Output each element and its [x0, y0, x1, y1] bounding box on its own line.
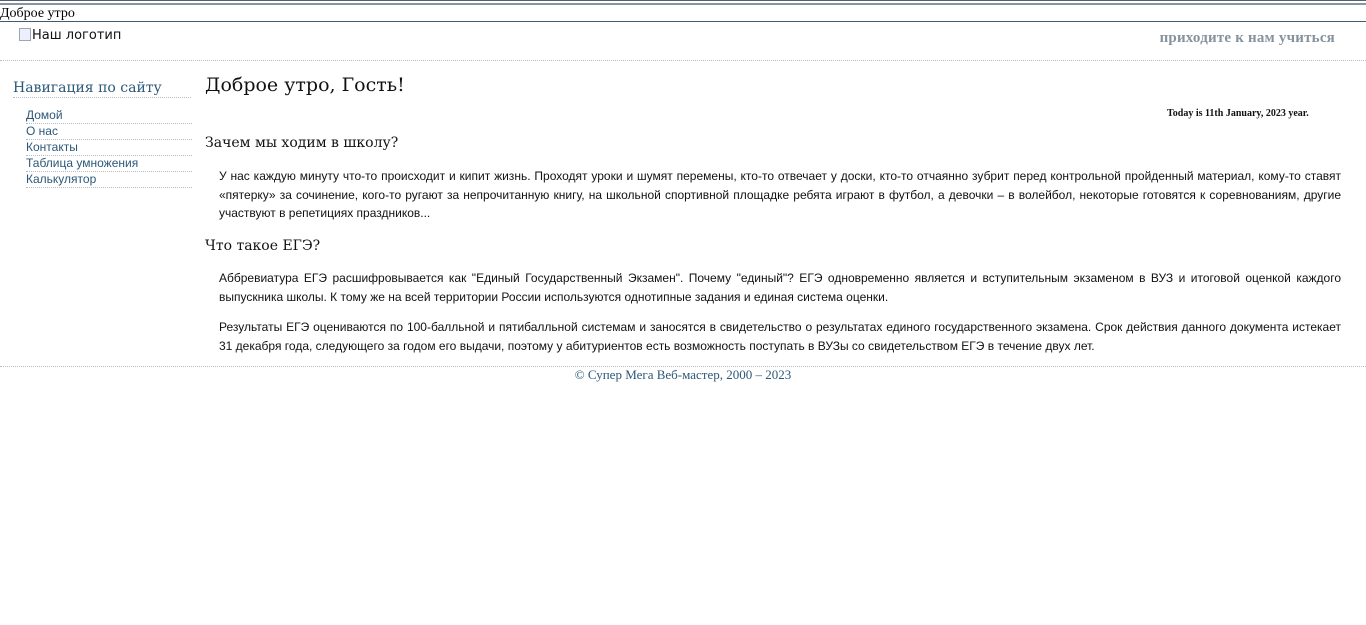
logo-alt-text: Наш логотип — [32, 28, 122, 43]
site-logo[interactable]: Наш логотип — [19, 28, 121, 43]
nav-link-multiplication[interactable]: Таблица умножения — [26, 156, 138, 170]
nav-item-contacts: Контакты — [26, 140, 192, 156]
nav-item-calculator: Калькулятор — [26, 172, 192, 188]
date-text: Today is 11th January, 2023 year. — [1167, 108, 1309, 119]
nav-link-home[interactable]: Домой — [26, 108, 63, 122]
section-heading-school: Зачем мы ходим в школу? — [205, 135, 399, 151]
section-paragraph-ege-2: Результаты ЕГЭ оцениваются по 100-балльн… — [219, 320, 1341, 353]
nav-link-about[interactable]: О нас — [26, 124, 58, 138]
footer-copyright: © Супер Мега Веб-мастер, 2000 – 2023 — [574, 367, 792, 382]
nav-item-home: Домой — [26, 108, 192, 124]
nav-link-contacts[interactable]: Контакты — [26, 140, 78, 154]
section-heading-ege: Что такое ЕГЭ? — [205, 238, 321, 254]
nav-link-calculator[interactable]: Калькулятор — [26, 172, 96, 186]
broken-image-icon — [19, 28, 31, 41]
nav-title: Навигация по сайту — [13, 80, 191, 98]
nav-item-multiplication: Таблица умножения — [26, 156, 192, 172]
section-paragraph-school: У нас каждую минуту что-то происходит и … — [219, 169, 1341, 220]
nav-item-about: О нас — [26, 124, 192, 140]
greeting-bar: Доброе утро — [0, 5, 1366, 22]
page-title: Доброе утро, Гость! — [205, 74, 405, 96]
header-divider — [0, 60, 1366, 61]
greeting-text: Доброе утро — [0, 6, 75, 21]
site-slogan: приходите к нам учиться — [1159, 30, 1335, 46]
site-nav: Домой О нас Контакты Таблица умножения К… — [26, 108, 192, 188]
section-paragraph-ege-1: Аббревиатура ЕГЭ расшифровывается как "Е… — [219, 271, 1341, 304]
